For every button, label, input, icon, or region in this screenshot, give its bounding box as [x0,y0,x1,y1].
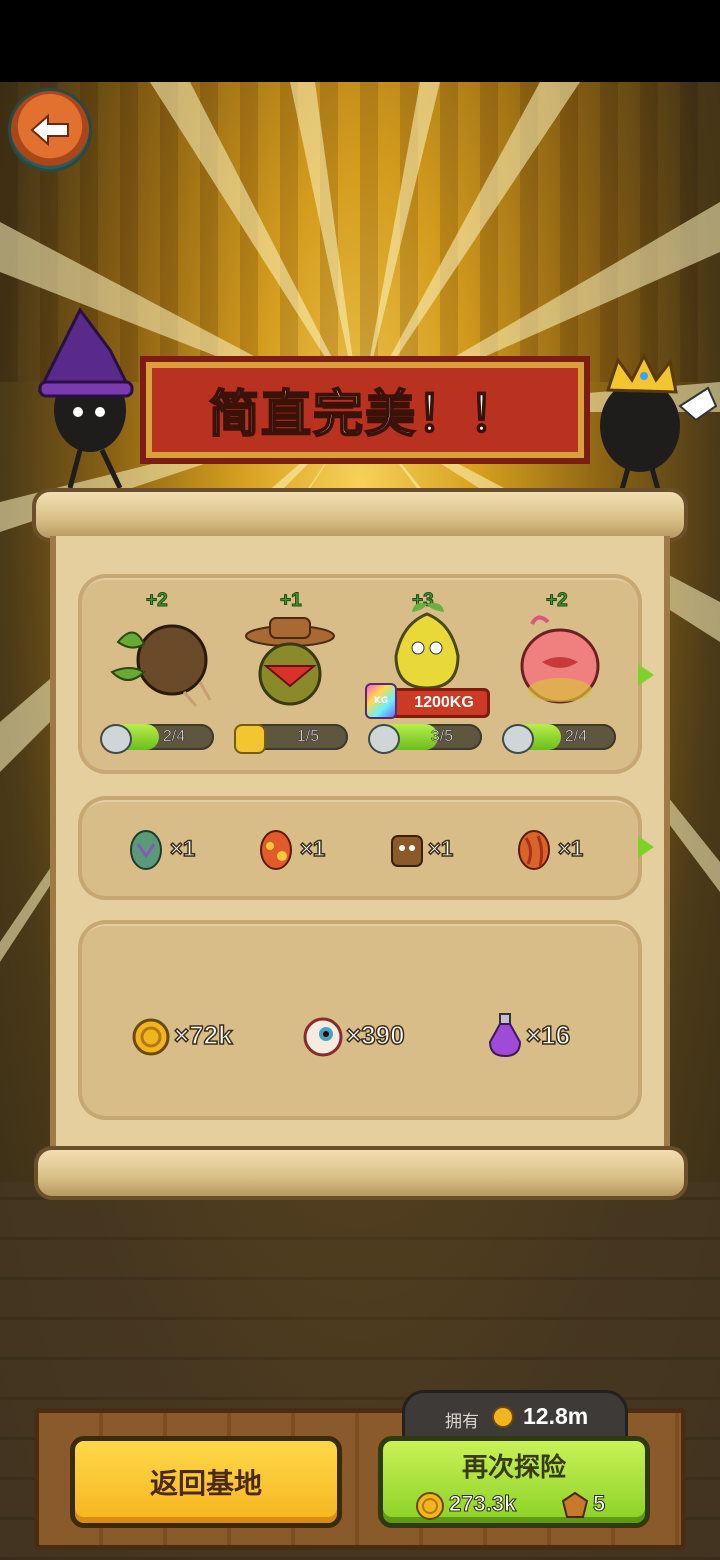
gold-coin-icon [132,1018,170,1056]
owned-currency: 拥有 12.8m [402,1390,628,1440]
item-count: ×1 [557,835,584,862]
horned-skull-icon [502,724,534,754]
next-arrow-icon[interactable] [638,836,654,858]
horned-skull-icon [100,724,132,754]
witch-hat-character [37,307,134,490]
resource-count: ×72k [173,1019,233,1051]
back-arrow-icon [30,113,69,147]
explore-cost-tickets: 5 [592,1491,606,1517]
level-text: 3/5 [430,728,454,746]
resource-count: ×390 [345,1019,405,1051]
status-bar [0,0,720,82]
level-text: 2/4 [162,728,186,746]
peach-monster-icon [520,615,600,704]
ticket-icon [561,1491,589,1518]
gold-coin-icon [416,1492,444,1520]
gold-horned-icon [234,724,266,754]
horned-skull-icon [368,724,400,754]
scroll-bottom-rod [34,1146,688,1200]
owned-label: 拥有 [445,1412,479,1432]
gold-coin-icon [492,1406,514,1428]
crown-character [600,352,718,505]
back-button[interactable] [8,88,92,172]
lava-egg-icon [518,830,550,870]
eyeball-icon [303,1017,343,1057]
explore-again-button[interactable]: 再次探险 273.3k 5 [378,1436,650,1528]
level-text: 2/4 [564,728,588,746]
pear-monster-icon [394,603,460,690]
red-yellow-egg-icon [260,830,292,870]
bonus-label: +2 [146,590,169,612]
owned-value: 12.8m [523,1403,589,1429]
bonus-label: +2 [546,590,569,612]
explore-cost-coins: 273.3k [448,1491,517,1517]
return-base-button[interactable]: 返回基地 [70,1436,342,1528]
wooden-creature-icon [391,835,423,867]
weight-text: 1200KG [414,694,474,711]
scroll-top-rod [32,488,688,542]
green-egg-icon [130,830,162,870]
banner-title: 简直完美！！ [208,385,521,443]
bonus-label: +1 [280,590,303,612]
return-base-label: 返回基地 [149,1467,262,1500]
item-count: ×1 [299,835,326,862]
purple-potion-icon [488,1013,522,1058]
explore-again-label: 再次探险 [461,1453,566,1483]
crab-monster-icon [110,624,212,707]
weight-tag: KG 1200KG [365,683,490,719]
resource-count: ×16 [525,1019,571,1051]
next-arrow-icon[interactable] [638,664,654,686]
item-count: ×1 [427,835,454,862]
level-text: 1/5 [296,728,320,746]
kg-weight-icon: KG [365,683,397,719]
result-banner: 简直完美！！ [140,356,590,464]
cowboy-monster-icon [245,617,335,706]
item-count: ×1 [169,835,196,862]
